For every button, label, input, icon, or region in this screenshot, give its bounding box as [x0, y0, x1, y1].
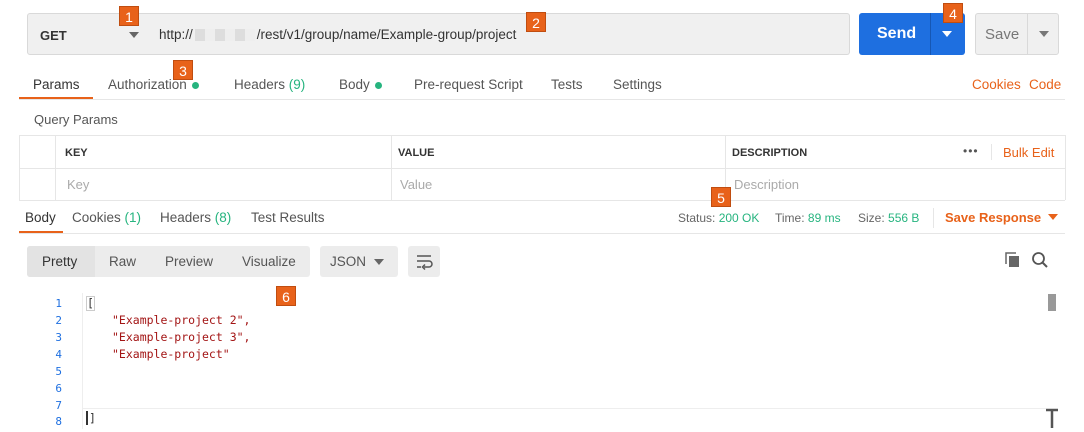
tabs-divider: [19, 99, 1065, 100]
line-number: 5: [55, 365, 62, 378]
code-line: "Example-project 3",: [112, 330, 251, 344]
tab-params[interactable]: Params: [33, 77, 80, 92]
line-number: 8: [55, 415, 62, 428]
params-table-header-border: [19, 168, 1065, 169]
response-status: Status: 200 OK: [678, 211, 760, 225]
text-cursor-icon: [1044, 408, 1060, 429]
size-value: 556 B: [888, 211, 920, 225]
params-table-left-border: [19, 135, 20, 200]
save-response-chevron-icon: [1047, 214, 1058, 220]
tab-body[interactable]: Body: [339, 77, 382, 92]
url-input[interactable]: http:///rest/v1/group/name/Example-group…: [148, 13, 850, 55]
column-header-description: DESCRIPTION: [732, 147, 808, 159]
value-input[interactable]: Value: [400, 177, 432, 192]
line-number: 4: [55, 348, 62, 361]
annotation-badge-4: 4: [943, 3, 963, 23]
params-table-checkbox-col: [55, 135, 56, 200]
save-button[interactable]: Save: [975, 13, 1059, 55]
copy-icon[interactable]: [1003, 250, 1023, 273]
send-options-chevron-icon[interactable]: [942, 31, 952, 37]
format-label: JSON: [330, 254, 367, 269]
view-mode-switcher[interactable]: Pretty Raw Preview Visualize: [27, 246, 310, 277]
save-options-chevron-icon[interactable]: [1039, 31, 1049, 37]
editor-bottom-line: [83, 408, 1046, 409]
send-label: Send: [877, 25, 917, 42]
response-tab-cookies[interactable]: Cookies (1): [72, 210, 141, 225]
response-tab-body[interactable]: Body: [25, 210, 56, 225]
annotation-badge-1: 1: [119, 6, 139, 26]
status-value: 200 OK: [718, 211, 760, 225]
method-label: GET: [40, 28, 67, 43]
save-label: Save: [985, 26, 1020, 43]
tab-pre-request-script[interactable]: Pre-request Script: [414, 77, 523, 92]
code-link[interactable]: Code: [1029, 77, 1061, 92]
view-mode-raw[interactable]: Raw: [109, 254, 136, 269]
column-header-key: KEY: [65, 147, 88, 159]
code-bracket-open: [: [86, 296, 95, 311]
view-mode-pretty[interactable]: Pretty: [42, 254, 77, 269]
line-number: 3: [55, 331, 62, 344]
chevron-down-icon: [129, 32, 139, 38]
editor-scrollbar[interactable]: [1048, 294, 1056, 311]
column-header-value: VALUE: [398, 147, 435, 159]
params-table-col-divider: [391, 135, 392, 200]
query-params-title: Query Params: [34, 112, 118, 127]
authorization-status-dot: [191, 81, 199, 89]
url-redacted-block: [194, 29, 255, 42]
code-line: "Example-project": [112, 347, 230, 361]
key-input[interactable]: Key: [67, 177, 89, 192]
line-number: 2: [55, 314, 62, 327]
tab-settings[interactable]: Settings: [613, 77, 662, 92]
more-options-icon[interactable]: •••: [963, 144, 979, 158]
chevron-down-icon: [374, 259, 384, 265]
params-table-bottom-border: [19, 200, 1065, 201]
response-tab-headers[interactable]: Headers (8): [160, 210, 231, 225]
tab-tests[interactable]: Tests: [551, 77, 583, 92]
body-status-dot: [374, 81, 382, 89]
view-mode-preview[interactable]: Preview: [165, 254, 213, 269]
params-table-right-border: [1065, 135, 1066, 200]
view-mode-visualize[interactable]: Visualize: [242, 254, 296, 269]
response-tab-test-results[interactable]: Test Results: [251, 210, 325, 225]
response-time: Time: 89 ms: [775, 211, 841, 225]
search-icon[interactable]: [1030, 250, 1050, 273]
cookies-link[interactable]: Cookies: [972, 77, 1021, 92]
annotation-badge-6: 6: [276, 286, 296, 306]
wrap-lines-icon: [417, 255, 433, 271]
time-value: 89 ms: [807, 211, 841, 225]
annotation-badge-5: 5: [711, 187, 731, 207]
description-input[interactable]: Description: [734, 177, 799, 192]
annotation-badge-2: 2: [526, 12, 546, 32]
code-bracket-close: ]: [86, 411, 96, 425]
line-number: 1: [55, 297, 62, 310]
save-response-button[interactable]: Save Response: [945, 210, 1058, 225]
bulk-edit-divider: [991, 144, 992, 160]
save-response-divider: [933, 208, 934, 228]
bulk-edit-link[interactable]: Bulk Edit: [1003, 145, 1054, 160]
annotation-badge-3: 3: [173, 60, 193, 80]
response-tabs-divider: [19, 233, 1065, 234]
response-size: Size: 556 B: [858, 211, 920, 225]
tab-headers[interactable]: Headers (9): [234, 77, 305, 92]
line-number: 6: [55, 382, 62, 395]
wrap-lines-button[interactable]: [408, 246, 440, 277]
code-line: "Example-project 2",: [112, 313, 251, 327]
format-select[interactable]: JSON: [320, 246, 398, 277]
save-divider: [1027, 14, 1028, 54]
params-table-top-border: [19, 135, 1065, 136]
url-text: http:///rest/v1/group/name/Example-group…: [159, 27, 517, 42]
send-divider: [930, 13, 931, 55]
line-number: 7: [55, 399, 62, 412]
